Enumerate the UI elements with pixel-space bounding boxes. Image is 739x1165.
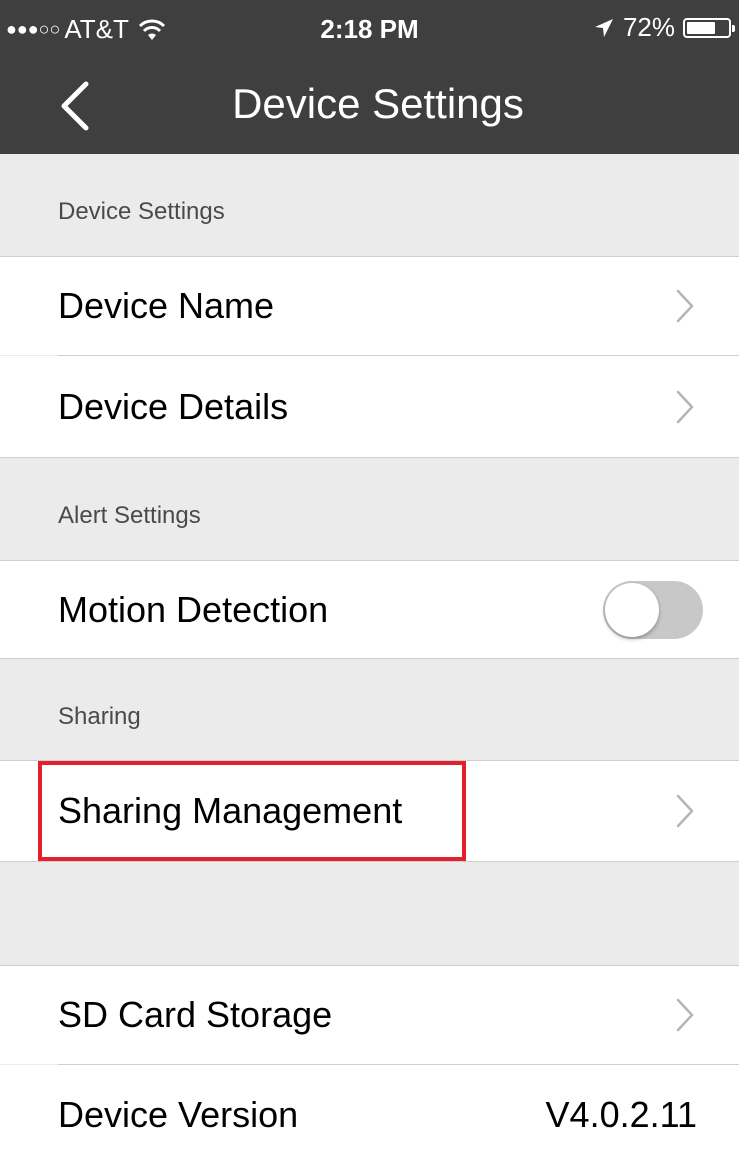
- section-header-alert-settings: Alert Settings: [0, 458, 739, 560]
- device-version-row: Device Version V4.0.2.11: [0, 1065, 739, 1165]
- chevron-right-icon: [676, 998, 694, 1032]
- highlight-box: [38, 761, 466, 861]
- status-right: 72%: [593, 12, 735, 43]
- navigation-bar: Device Settings: [0, 58, 739, 154]
- section-header-device-settings: Device Settings: [0, 154, 739, 256]
- page-title: Device Settings: [232, 80, 524, 127]
- device-name-label: Device Name: [58, 285, 275, 326]
- device-name-row[interactable]: Device Name: [0, 257, 739, 355]
- device-details-row[interactable]: Device Details: [0, 356, 739, 457]
- battery-icon: [683, 17, 735, 38]
- sd-card-storage-label: SD Card Storage: [58, 994, 333, 1035]
- section-header-label: Sharing: [58, 703, 141, 730]
- chevron-right-icon: [676, 289, 694, 323]
- device-version-value: V4.0.2.11: [545, 1094, 697, 1135]
- section-header-label: Alert Settings: [58, 502, 201, 529]
- device-version-label: Device Version: [58, 1094, 299, 1135]
- motion-detection-toggle[interactable]: [603, 580, 703, 639]
- chevron-right-icon: [676, 390, 694, 423]
- battery-percent: 72%: [622, 12, 675, 42]
- motion-detection-label: Motion Detection: [58, 588, 329, 630]
- chevron-right-icon: [676, 794, 694, 828]
- toggle-knob: [605, 582, 659, 637]
- device-details-label: Device Details: [58, 385, 289, 427]
- location-arrow-icon: [594, 18, 613, 37]
- motion-detection-row: Motion Detection: [0, 561, 739, 658]
- status-bar: ●●●○○ AT&T 2:18 PM 72%: [0, 0, 739, 58]
- section-spacer: [0, 862, 739, 965]
- sd-card-storage-row[interactable]: SD Card Storage: [0, 966, 739, 1064]
- section-header-sharing: Sharing: [0, 659, 739, 760]
- section-header-label: Device Settings: [58, 198, 225, 225]
